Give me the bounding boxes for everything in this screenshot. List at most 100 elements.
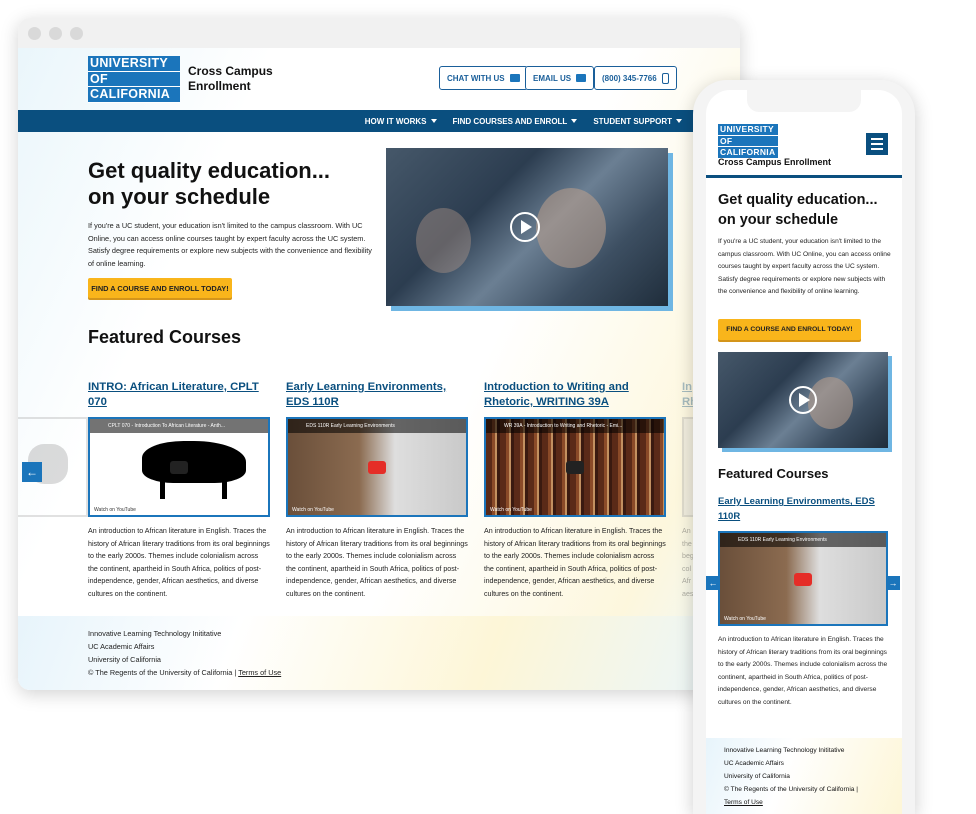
- course-card[interactable]: INTRO: African Literature, CPLT 070 CPLT…: [88, 380, 270, 600]
- video-figure: [536, 188, 606, 268]
- logo-line: UNIVERSITY: [718, 124, 778, 136]
- course-card-peek: re. ure in English. Tracesns from its or…: [18, 380, 88, 600]
- course-description: An introduction to African literature in…: [286, 527, 468, 598]
- hero-title-line: Get quality education...: [88, 158, 331, 183]
- bull-illustration: [142, 441, 246, 483]
- mobile-phone-frame: UNIVERSITY OF CALIFORNIA Cross Campus En…: [693, 80, 915, 814]
- uc-logo[interactable]: UNIVERSITY OF CALIFORNIA: [88, 56, 180, 103]
- site-name[interactable]: Cross Campus Enrollment: [718, 157, 831, 167]
- hero-title-line: Get quality education...: [718, 192, 878, 208]
- nav-item-find-courses[interactable]: FIND COURSES AND ENROLL: [453, 117, 578, 126]
- course-description: An introduction to African literature in…: [718, 636, 888, 706]
- course-description: ure in English. Tracesns from its oralme…: [18, 525, 88, 600]
- site-name[interactable]: Cross Campus Enrollment: [188, 64, 278, 94]
- hero-title: Get quality education... on your schedul…: [718, 190, 898, 230]
- phone-button[interactable]: (800) 345-7766: [594, 66, 677, 90]
- logo-line: OF: [718, 135, 778, 147]
- caret-down-icon: [571, 119, 578, 123]
- terms-of-use-link[interactable]: Terms of Use: [238, 668, 281, 677]
- course-video-thumb[interactable]: EDS 110R Early Learning Environments Wat…: [718, 531, 888, 626]
- footer-line: UC Academic Affairs: [724, 760, 784, 767]
- phone-notch: [747, 90, 861, 112]
- featured-courses-heading: Featured Courses: [88, 327, 242, 347]
- video-title: CPLT 070 - Introduction To African Liter…: [90, 419, 268, 433]
- video-figure: [416, 208, 471, 273]
- carousel-prev-arrow-icon[interactable]: ←: [706, 576, 720, 590]
- course-title-link[interactable]: Early Learning Environments, EDS 110R: [718, 494, 888, 524]
- course-video-thumb[interactable]: WR 39A - Introduction to Writing and Rhe…: [484, 417, 666, 517]
- course-video-thumb[interactable]: EDS 110R Early Learning Environments Wat…: [286, 417, 468, 517]
- browser-chrome: [18, 18, 740, 48]
- hero-video[interactable]: [386, 148, 668, 306]
- phone-label: (800) 345-7766: [602, 73, 657, 83]
- terms-of-use-link[interactable]: Terms of Use: [724, 796, 763, 809]
- chat-with-us-button[interactable]: CHAT WITH US: [439, 66, 528, 90]
- window-minimize-dot[interactable]: [49, 26, 62, 40]
- site-name-line: Cross Campus: [188, 64, 273, 78]
- phone-icon: [661, 72, 669, 84]
- video-title: WR 39A - Introduction to Writing and Rhe…: [486, 419, 664, 433]
- hero-body: If you're a UC student, your education i…: [88, 221, 372, 268]
- watch-on-youtube[interactable]: Watch on YouTube: [490, 507, 532, 513]
- logo-line: CALIFORNIA: [88, 87, 180, 103]
- video-title: EDS 110R Early Learning Environments: [720, 533, 886, 547]
- nav-label: FIND COURSES AND ENROLL: [452, 116, 568, 126]
- main-nav: HOW IT WORKS FIND COURSES AND ENROLL STU…: [18, 110, 740, 132]
- play-icon[interactable]: [510, 212, 540, 242]
- footer-line: UC Academic Affairs: [88, 642, 155, 651]
- desktop-page: UNIVERSITY OF CALIFORNIA Cross Campus En…: [18, 48, 740, 690]
- email-icon: [576, 74, 587, 82]
- course-description: An introduction to African literature in…: [484, 527, 666, 598]
- youtube-play-icon[interactable]: [170, 461, 188, 474]
- copyright-text: © The Regents of the University of Calif…: [88, 668, 237, 677]
- bull-leg: [222, 477, 227, 499]
- course-card[interactable]: Early Learning Environments, EDS 110R ED…: [286, 380, 468, 600]
- logo-line: UNIVERSITY: [88, 56, 180, 72]
- mockup-stage: UNIVERSITY OF CALIFORNIA Cross Campus En…: [0, 0, 976, 814]
- carousel-next-arrow-icon[interactable]: →: [886, 576, 900, 590]
- course-video-thumb[interactable]: CPLT 070 - Introduction To African Liter…: [88, 417, 270, 517]
- watch-on-youtube[interactable]: Watch on YouTube: [292, 507, 334, 513]
- nav-item-student-support[interactable]: STUDENT SUPPORT: [593, 117, 682, 126]
- watch-on-youtube[interactable]: Watch on YouTube: [724, 616, 766, 622]
- play-icon[interactable]: [789, 386, 817, 414]
- nav-label: STUDENT SUPPORT: [593, 116, 672, 126]
- course-description: An introduction to African literature in…: [88, 527, 270, 598]
- nav-item-how-it-works[interactable]: HOW IT WORKS: [365, 117, 437, 126]
- window-maximize-dot[interactable]: [70, 26, 83, 40]
- site-footer: Innovative Learning Technology Inititati…: [706, 738, 902, 814]
- site-name-line: Enrollment: [188, 79, 251, 93]
- footer-line: Innovative Learning Technology Inititati…: [724, 747, 845, 754]
- caret-down-icon: [430, 119, 437, 123]
- course-card[interactable]: Early Learning Environments, EDS 110R ED…: [718, 494, 888, 710]
- footer-line: University of California: [88, 655, 161, 664]
- featured-courses-heading: Featured Courses: [718, 466, 829, 481]
- course-title-link[interactable]: INTRO: African Literature, CPLT 070: [88, 380, 270, 412]
- hero-title-line: on your schedule: [718, 212, 839, 228]
- bull-leg: [160, 477, 165, 499]
- uc-logo[interactable]: UNIVERSITY OF CALIFORNIA: [718, 124, 778, 159]
- video-title: EDS 110R Early Learning Environments: [288, 419, 466, 433]
- find-course-cta-button[interactable]: FIND A COURSE AND ENROLL TODAY!: [88, 278, 232, 298]
- course-title-link[interactable]: Introduction to Writing and Rhetoric, WR…: [484, 380, 666, 412]
- caret-down-icon: [676, 119, 682, 123]
- youtube-play-icon[interactable]: [566, 461, 584, 474]
- hamburger-icon[interactable]: [866, 133, 888, 155]
- footer-copyright: © The Regents of the University of Calif…: [88, 667, 281, 680]
- logo-line: OF: [88, 71, 180, 87]
- course-title-link[interactable]: Early Learning Environments, EDS 110R: [286, 380, 468, 412]
- watch-on-youtube[interactable]: Watch on YouTube: [94, 507, 136, 513]
- find-course-cta-button[interactable]: FIND A COURSE AND ENROLL TODAY!: [718, 319, 861, 340]
- youtube-play-icon[interactable]: [794, 572, 812, 586]
- window-close-dot[interactable]: [28, 26, 41, 40]
- hero-body: If you're a UC student, your education i…: [718, 238, 891, 296]
- carousel-prev-arrow-icon[interactable]: ←: [22, 462, 42, 482]
- email-us-button[interactable]: EMAIL US: [525, 66, 595, 90]
- course-card[interactable]: Introduction to Writing and Rhetoric, WR…: [484, 380, 666, 600]
- hero-title-line: on your schedule: [88, 184, 271, 209]
- course-title: re.: [18, 380, 88, 412]
- youtube-play-icon[interactable]: [368, 461, 386, 474]
- chat-icon: [509, 74, 520, 82]
- hero-video[interactable]: [718, 352, 888, 448]
- mobile-page: UNIVERSITY OF CALIFORNIA Cross Campus En…: [706, 90, 902, 814]
